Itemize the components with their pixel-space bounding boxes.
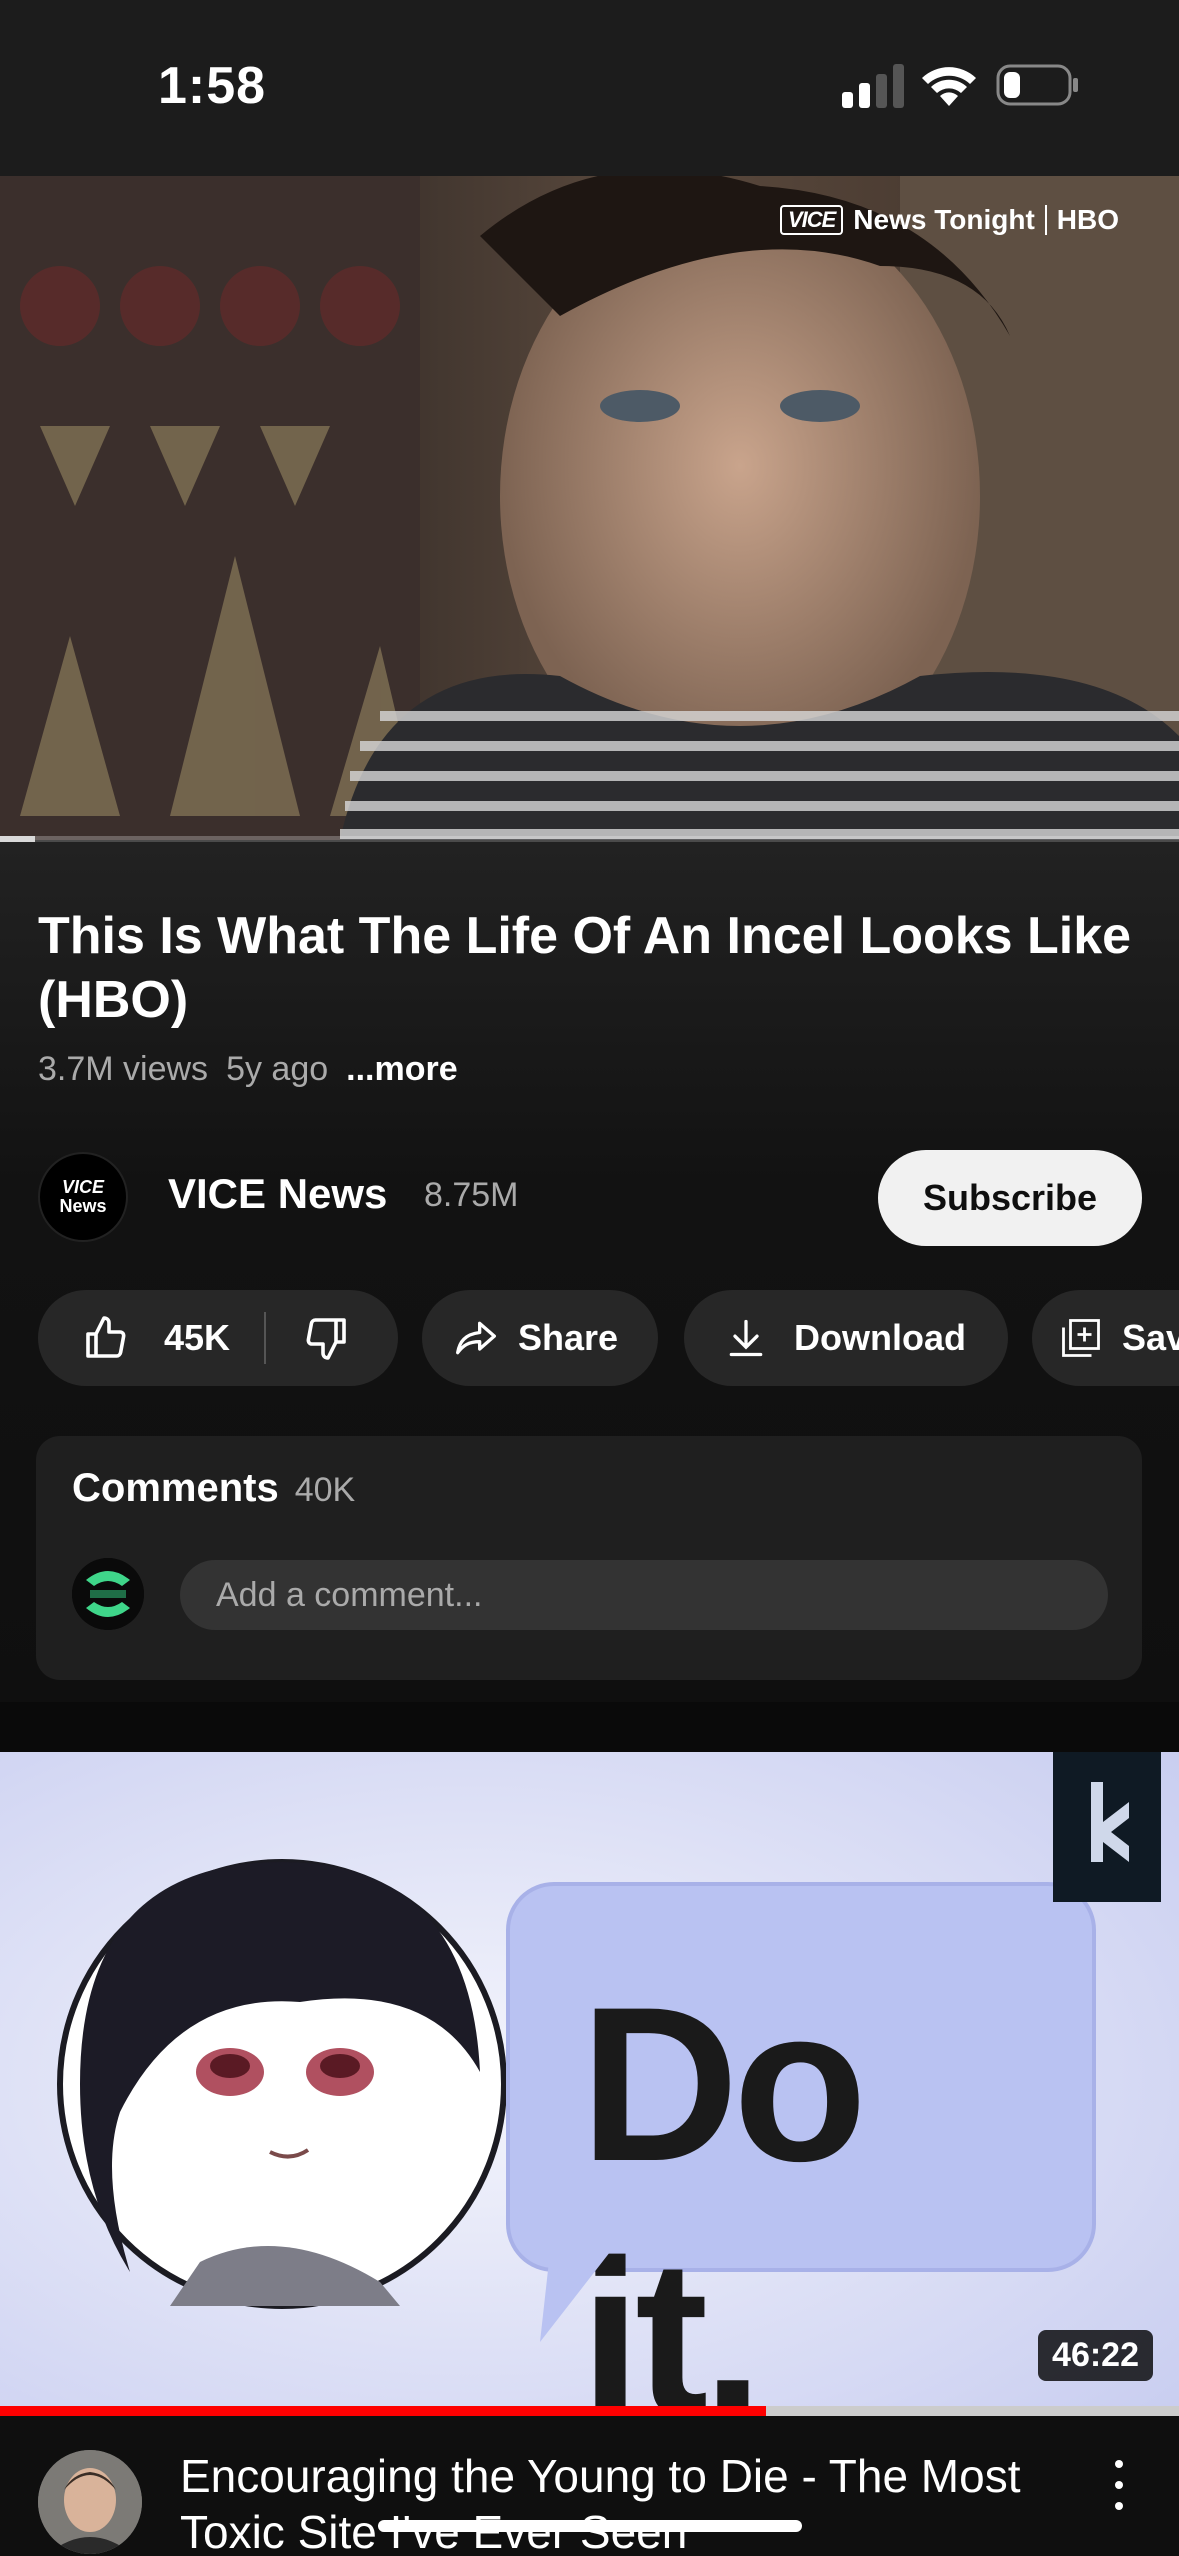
like-button[interactable]: 45K — [38, 1314, 230, 1362]
video-frame — [0, 176, 1179, 840]
kebab-dot — [1115, 2481, 1123, 2489]
wifi-icon — [922, 67, 976, 106]
channel-avatar[interactable]: VICE News — [38, 1152, 128, 1242]
corner-logo-icon — [1091, 1782, 1129, 1862]
comments-label: Comments — [72, 1466, 279, 1510]
channel-row: VICE News VICE News 8.75M Subscribe — [38, 1144, 1142, 1246]
download-icon — [729, 1319, 763, 1357]
video-info-panel: This Is What The Life Of An Incel Looks … — [0, 842, 1179, 1702]
save-button[interactable]: Save — [1032, 1290, 1179, 1386]
watermark-network: HBO — [1056, 204, 1119, 235]
video-player[interactable]: VICE News Tonight HBO — [0, 176, 1179, 840]
thumbnail-text: Do it. — [580, 1961, 867, 2410]
subscriber-count: 8.75M — [424, 1176, 519, 1214]
channel-name[interactable]: VICE News — [168, 1170, 387, 1218]
thumbs-up-icon — [86, 1316, 126, 1358]
next-video-info: Encouraging the Young to Die - The Most … — [0, 2416, 1179, 2556]
view-count: 3.7M views — [38, 1050, 209, 1088]
kebab-dot — [1115, 2460, 1123, 2468]
speech-bubble-tail — [540, 2252, 610, 2342]
status-time: 1:58 — [158, 57, 267, 115]
channel-watermark: VICE News Tonight HBO — [779, 204, 1119, 236]
subscribe-button[interactable]: Subscribe — [878, 1150, 1142, 1246]
dislike-button[interactable] — [302, 1314, 350, 1362]
video-meta[interactable]: 3.7M views 5y ago ...more — [38, 1050, 458, 1089]
speech-bubble: Do it. — [506, 1882, 1096, 2410]
comments-header: Comments 40K — [72, 1466, 355, 1511]
next-video-thumbnail[interactable]: Do it. 46:22 — [0, 1752, 1179, 2410]
download-button[interactable]: Download — [684, 1290, 1008, 1386]
share-label: Share — [518, 1317, 619, 1358]
upload-age: 5y ago — [226, 1050, 329, 1088]
user-avatar[interactable] — [72, 1558, 144, 1630]
home-indicator[interactable] — [378, 2520, 802, 2532]
add-comment-input[interactable] — [180, 1560, 1108, 1630]
avatar-brand: VICE — [61, 1177, 104, 1197]
video-duration-badge: 46:22 — [1038, 2330, 1153, 2381]
watermark-divider — [1044, 205, 1047, 235]
watched-progress-bar — [0, 2406, 1179, 2416]
like-divider — [264, 1312, 267, 1364]
like-count: 45K — [164, 1317, 231, 1358]
avatar-sub: News — [59, 1196, 107, 1216]
next-channel-avatar-image — [38, 2450, 142, 2554]
user-avatar-image — [72, 1558, 144, 1630]
watched-progress-fill — [0, 2406, 767, 2416]
share-icon — [456, 1321, 496, 1355]
watermark-brand: VICE — [779, 205, 844, 235]
section-separator — [0, 1702, 1179, 1752]
cellular-signal-icon — [842, 64, 904, 108]
comments-section[interactable]: Comments 40K — [36, 1436, 1142, 1680]
battery-icon — [996, 64, 1078, 106]
save-label: Save — [1122, 1317, 1179, 1358]
download-label: Download — [794, 1317, 966, 1358]
more-options-icon[interactable] — [1109, 2460, 1129, 2510]
share-button[interactable]: Share — [422, 1290, 658, 1386]
more-link[interactable]: ...more — [346, 1050, 457, 1089]
like-dislike-pill: 45K — [38, 1290, 398, 1386]
channel-corner-logo — [1053, 1752, 1161, 1902]
thumbs-down-icon — [306, 1318, 346, 1360]
status-bar: 1:58 — [0, 0, 1179, 176]
watermark-show: News Tonight — [853, 204, 1035, 235]
comments-count: 40K — [294, 1471, 356, 1509]
video-title[interactable]: This Is What The Life Of An Incel Looks … — [38, 904, 1138, 1032]
save-to-playlist-icon — [1062, 1319, 1100, 1357]
kebab-dot — [1115, 2502, 1123, 2510]
next-video-title[interactable]: Encouraging the Young to Die - The Most … — [180, 2448, 1080, 2556]
next-channel-avatar[interactable] — [38, 2450, 142, 2554]
action-bar: 45K Share Download Save — [38, 1290, 1179, 1386]
